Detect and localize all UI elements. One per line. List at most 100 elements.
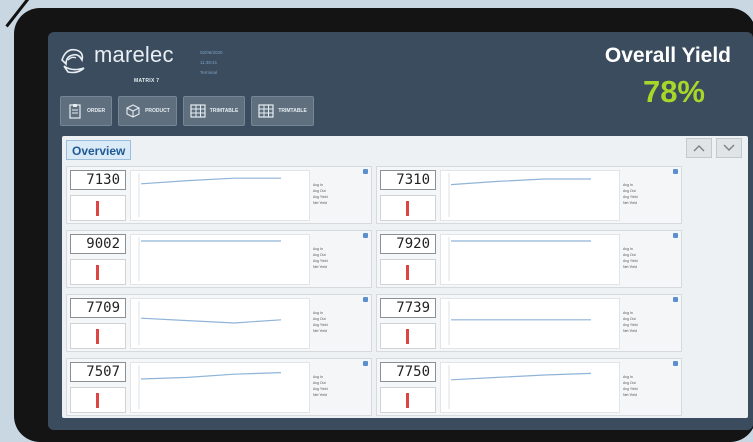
- brand-name: marelec: [94, 42, 174, 67]
- card-settings-icon[interactable]: [673, 361, 678, 366]
- station-counter: 7750: [380, 362, 436, 382]
- station-card[interactable]: 7310 Avg In Avg Out Avg Yield Net Yield: [376, 166, 682, 224]
- reject-indicator: [70, 323, 126, 349]
- stat-label: Net Yield: [313, 329, 328, 333]
- station-stats: Avg In Avg Out Avg Yield Net Yield: [623, 170, 679, 221]
- reject-indicator: [380, 259, 436, 285]
- station-card[interactable]: 7709 Avg In Avg Out Avg Yield Net Yield: [66, 294, 372, 352]
- stat-label: Net Yield: [313, 265, 328, 269]
- reject-indicator: [70, 387, 126, 413]
- trend-svg: [448, 301, 591, 345]
- card-settings-icon[interactable]: [673, 233, 678, 238]
- station-stats: Avg In Avg Out Avg Yield Net Yield: [623, 298, 679, 349]
- trend-svg: [138, 301, 282, 345]
- stat-label: Net Yield: [623, 393, 638, 397]
- screen-footer: [48, 418, 753, 430]
- trend-svg: [138, 173, 281, 217]
- station-card[interactable]: 7920 Avg In Avg Out Avg Yield Net Yield: [376, 230, 682, 288]
- station-stats: Avg In Avg Out Avg Yield Net Yield: [313, 170, 369, 221]
- yield-label: Overall Yield: [604, 44, 731, 67]
- chevron-down-icon: [723, 144, 735, 151]
- trimtable-button-2[interactable]: TRIMTABLE: [251, 96, 314, 126]
- card-settings-icon[interactable]: [673, 169, 678, 174]
- station-stats: Avg In Avg Out Avg Yield Net Yield: [313, 362, 369, 413]
- table-icon: [190, 104, 206, 118]
- session-date: 02/06/2020: [200, 50, 223, 55]
- reject-bar: [96, 329, 99, 344]
- station-card[interactable]: 9002 Avg In Avg Out Avg Yield Net Yield: [66, 230, 372, 288]
- trend-svg: [448, 173, 591, 217]
- station-counter: 7709: [70, 298, 126, 318]
- card-settings-icon[interactable]: [363, 169, 368, 174]
- tablet-device: marelec MATRIX 7 02/06/2020 11:38:41 Ter…: [14, 8, 753, 442]
- card-settings-icon[interactable]: [673, 297, 678, 302]
- station-card[interactable]: 7739 Avg In Avg Out Avg Yield Net Yield: [376, 294, 682, 352]
- trend-svg: [138, 365, 282, 409]
- stat-label: Net Yield: [623, 265, 638, 269]
- reject-indicator: [70, 195, 126, 221]
- reject-bar: [406, 393, 409, 408]
- trend-chart: [130, 298, 310, 349]
- trimtable-button-1[interactable]: TRIMTABLE: [182, 96, 246, 126]
- order-button[interactable]: ORDER: [60, 96, 113, 126]
- order-button-label: ORDER: [87, 108, 106, 114]
- scroll-down-button[interactable]: [716, 138, 742, 158]
- box-icon: [126, 104, 140, 118]
- session-station: Terminal: [200, 70, 218, 75]
- station-counter: 7920: [380, 234, 436, 254]
- trend-line: [140, 177, 281, 185]
- product-button[interactable]: PRODUCT: [118, 96, 177, 126]
- trend-line: [140, 317, 282, 324]
- station-counter: 7507: [70, 362, 126, 382]
- marelec-logo-icon: [61, 48, 85, 74]
- card-settings-icon[interactable]: [363, 361, 368, 366]
- reject-indicator: [380, 323, 436, 349]
- trend-chart: [440, 362, 620, 413]
- trend-chart: [440, 298, 620, 349]
- stat-label: Net Yield: [623, 201, 638, 205]
- reject-indicator: [380, 387, 436, 413]
- station-card[interactable]: 7507 Avg In Avg Out Avg Yield Net Yield: [66, 358, 372, 416]
- toolbar: ORDER PRODUCT TRIMTABLE TRIMTABLE: [60, 96, 314, 126]
- overview-panel: Overview 7130 Avg In Avg Out Avg Yield Net Y…: [62, 136, 748, 418]
- station-card[interactable]: 7750 Avg In Avg Out Avg Yield Net Yield: [376, 358, 682, 416]
- station-counter: 7310: [380, 170, 436, 190]
- trend-svg: [448, 365, 592, 409]
- reject-bar: [96, 201, 99, 216]
- trend-chart: [130, 362, 310, 413]
- stat-label: Net Yield: [313, 393, 328, 397]
- session-info: 02/06/2020 11:38:41 Terminal: [200, 48, 223, 78]
- model-label: MATRIX 7: [134, 78, 160, 84]
- station-stats: Avg In Avg Out Avg Yield Net Yield: [623, 234, 679, 285]
- table-icon: [258, 104, 274, 118]
- reject-bar: [406, 329, 409, 344]
- station-stats: Avg In Avg Out Avg Yield Net Yield: [623, 362, 679, 413]
- station-card[interactable]: 7130 Avg In Avg Out Avg Yield Net Yield: [66, 166, 372, 224]
- station-counter: 9002: [70, 234, 126, 254]
- hmi-screen: marelec MATRIX 7 02/06/2020 11:38:41 Ter…: [48, 32, 753, 430]
- yield-value: 78%: [642, 74, 705, 109]
- clipboard-icon: [69, 104, 81, 119]
- station-counter: 7130: [70, 170, 126, 190]
- reject-bar: [406, 201, 409, 216]
- session-time: 11:38:41: [200, 60, 218, 65]
- scroll-up-button[interactable]: [686, 138, 712, 158]
- brand-logo: marelec: [58, 42, 174, 76]
- reject-bar: [406, 265, 409, 280]
- trend-chart: [440, 170, 620, 221]
- trend-svg: [448, 237, 591, 281]
- trend-chart: [130, 234, 310, 285]
- card-settings-icon[interactable]: [363, 297, 368, 302]
- trimtable-button-2-label: TRIMTABLE: [278, 108, 307, 114]
- stat-label: Net Yield: [623, 329, 638, 333]
- header: marelec MATRIX 7 02/06/2020 11:38:41 Ter…: [48, 32, 753, 130]
- stat-label: Net Yield: [313, 201, 328, 205]
- station-counter: 7739: [380, 298, 436, 318]
- trend-line: [450, 372, 592, 381]
- trend-svg: [138, 237, 281, 281]
- reject-bar: [96, 265, 99, 280]
- card-settings-icon[interactable]: [363, 233, 368, 238]
- station-stats: Avg In Avg Out Avg Yield Net Yield: [313, 298, 369, 349]
- reject-indicator: [380, 195, 436, 221]
- tab-overview[interactable]: Overview: [66, 140, 132, 160]
